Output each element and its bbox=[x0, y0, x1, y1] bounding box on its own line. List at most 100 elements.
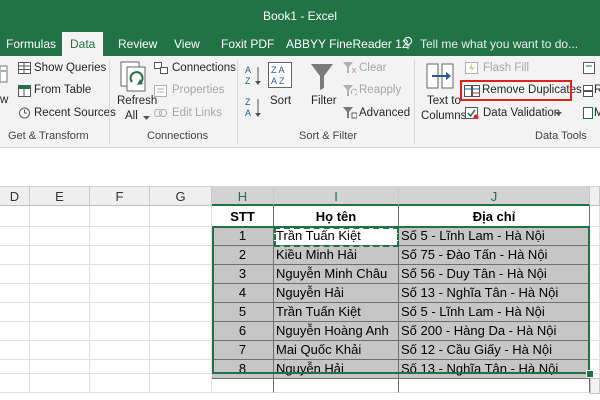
sort-descending-icon: Z A bbox=[245, 97, 261, 118]
column-header-i[interactable]: I bbox=[274, 187, 399, 206]
column-header-e[interactable]: E bbox=[30, 187, 90, 206]
table-header-cell[interactable]: STT bbox=[212, 206, 274, 227]
connections-button[interactable]: Connections bbox=[172, 62, 236, 74]
group-divider bbox=[109, 60, 110, 144]
grid-cell[interactable] bbox=[30, 303, 90, 322]
grid-cell[interactable] bbox=[0, 246, 30, 265]
column-header-f[interactable]: F bbox=[90, 187, 150, 206]
table-header-cell[interactable]: Họ tên bbox=[274, 206, 399, 227]
grid-cell[interactable] bbox=[30, 341, 90, 360]
tab-data[interactable]: Data bbox=[62, 32, 104, 56]
data-model-icon bbox=[583, 107, 593, 119]
grid-cell[interactable] bbox=[0, 303, 30, 322]
advanced-button[interactable]: Advanced bbox=[359, 107, 410, 119]
filter-button[interactable]: Filter bbox=[311, 95, 337, 107]
properties-button[interactable]: Properties bbox=[172, 84, 224, 96]
flash-fill-button[interactable]: Flash Fill bbox=[483, 62, 529, 74]
manage-data-model-cut-label[interactable]: M bbox=[594, 107, 600, 119]
column-header-j[interactable]: J bbox=[399, 187, 590, 206]
grid-cell[interactable] bbox=[90, 303, 150, 322]
group-label-connections: Connections bbox=[147, 130, 209, 142]
fill-handle[interactable] bbox=[586, 370, 594, 378]
grid-cell[interactable] bbox=[150, 322, 212, 341]
grid-cell[interactable] bbox=[90, 341, 150, 360]
relationships-cut-label[interactable]: R bbox=[594, 84, 600, 96]
grid-cell[interactable] bbox=[90, 265, 150, 284]
grid-cell[interactable] bbox=[150, 360, 212, 374]
grid-cell[interactable] bbox=[590, 246, 600, 265]
grid-cell[interactable] bbox=[150, 341, 212, 360]
text-to-columns-button-line2[interactable]: Columns bbox=[421, 110, 466, 122]
grid-cell[interactable] bbox=[150, 206, 212, 227]
grid-cell[interactable] bbox=[0, 360, 30, 374]
grid-cell[interactable] bbox=[590, 341, 600, 360]
grid-cell[interactable] bbox=[0, 322, 30, 341]
grid-cell[interactable] bbox=[150, 227, 212, 246]
tab-view[interactable]: View bbox=[174, 37, 200, 51]
from-table-button[interactable]: From Table bbox=[34, 84, 91, 96]
recent-sources-button[interactable]: Recent Sources bbox=[34, 107, 116, 119]
column-header-k[interactable] bbox=[590, 187, 600, 206]
reapply-button[interactable]: Reapply bbox=[359, 84, 401, 96]
grid-cell[interactable] bbox=[0, 265, 30, 284]
grid-cell[interactable] bbox=[30, 322, 90, 341]
clear-button[interactable]: Clear bbox=[359, 62, 386, 74]
column-header-d[interactable]: D bbox=[0, 187, 30, 206]
grid-cell[interactable] bbox=[90, 322, 150, 341]
grid-cell[interactable] bbox=[0, 284, 30, 303]
column-header-h[interactable]: H bbox=[212, 187, 274, 206]
sort-dialog-icon: Z A A Z bbox=[268, 62, 292, 88]
grid-cell[interactable] bbox=[0, 341, 30, 360]
grid-cell[interactable] bbox=[150, 246, 212, 265]
grid-cell[interactable] bbox=[90, 284, 150, 303]
grid-cell[interactable] bbox=[590, 322, 600, 341]
grid-cell[interactable] bbox=[90, 360, 150, 374]
show-queries-button[interactable]: Show Queries bbox=[34, 62, 106, 74]
grid-cell[interactable] bbox=[90, 227, 150, 246]
refresh-all-button-line2[interactable]: All bbox=[125, 110, 138, 122]
grid-cell[interactable] bbox=[150, 303, 212, 322]
edit-links-button[interactable]: Edit Links bbox=[172, 107, 222, 119]
tab-review[interactable]: Review bbox=[118, 37, 157, 51]
text-to-columns-button[interactable]: Text to bbox=[427, 95, 461, 107]
grid-cell[interactable] bbox=[30, 374, 90, 393]
grid-cell[interactable] bbox=[30, 360, 90, 374]
data-validation-button[interactable]: Data Validation bbox=[483, 107, 560, 119]
column-header-g[interactable]: G bbox=[150, 187, 212, 206]
grid-cell[interactable] bbox=[90, 206, 150, 227]
grid-cell[interactable] bbox=[590, 303, 600, 322]
refresh-all-icon bbox=[120, 61, 146, 92]
quick-analysis-button[interactable] bbox=[590, 378, 600, 394]
grid-cell[interactable] bbox=[150, 265, 212, 284]
filter-icon bbox=[311, 64, 333, 90]
clear-filter-icon bbox=[343, 62, 357, 74]
grid-cell[interactable] bbox=[590, 227, 600, 246]
sort-ascending-icon: A Z bbox=[245, 65, 261, 86]
tab-formulas[interactable]: Formulas bbox=[6, 37, 56, 51]
group-label-sort-filter: Sort & Filter bbox=[299, 130, 358, 142]
tab-abbyy-finereader[interactable]: ABBYY FineReader 12 bbox=[286, 37, 409, 51]
grid-cell[interactable] bbox=[90, 374, 150, 393]
grid-cell[interactable] bbox=[150, 374, 212, 393]
chevron-down-icon bbox=[143, 116, 150, 120]
grid-cell[interactable] bbox=[90, 246, 150, 265]
tell-me-search[interactable]: Tell me what you want to do... bbox=[420, 37, 578, 51]
refresh-all-button[interactable]: Refresh bbox=[117, 95, 157, 107]
grid-cell[interactable] bbox=[30, 265, 90, 284]
tab-foxit-pdf[interactable]: Foxit PDF bbox=[221, 37, 274, 51]
sort-button[interactable]: Sort bbox=[270, 95, 291, 107]
grid-cell[interactable] bbox=[590, 284, 600, 303]
svg-text:A: A bbox=[245, 65, 251, 75]
grid-cell[interactable] bbox=[0, 227, 30, 246]
grid-cell[interactable] bbox=[0, 206, 30, 227]
grid-cell[interactable] bbox=[30, 227, 90, 246]
new-query-cut-label[interactable]: w bbox=[0, 94, 8, 106]
table-header-cell[interactable]: Địa chỉ bbox=[399, 206, 590, 227]
grid-cell[interactable] bbox=[30, 246, 90, 265]
grid-cell[interactable] bbox=[0, 374, 30, 393]
grid-cell[interactable] bbox=[150, 284, 212, 303]
grid-cell[interactable] bbox=[590, 206, 600, 227]
grid-cell[interactable] bbox=[590, 265, 600, 284]
grid-cell[interactable] bbox=[30, 284, 90, 303]
grid-cell[interactable] bbox=[30, 206, 90, 227]
